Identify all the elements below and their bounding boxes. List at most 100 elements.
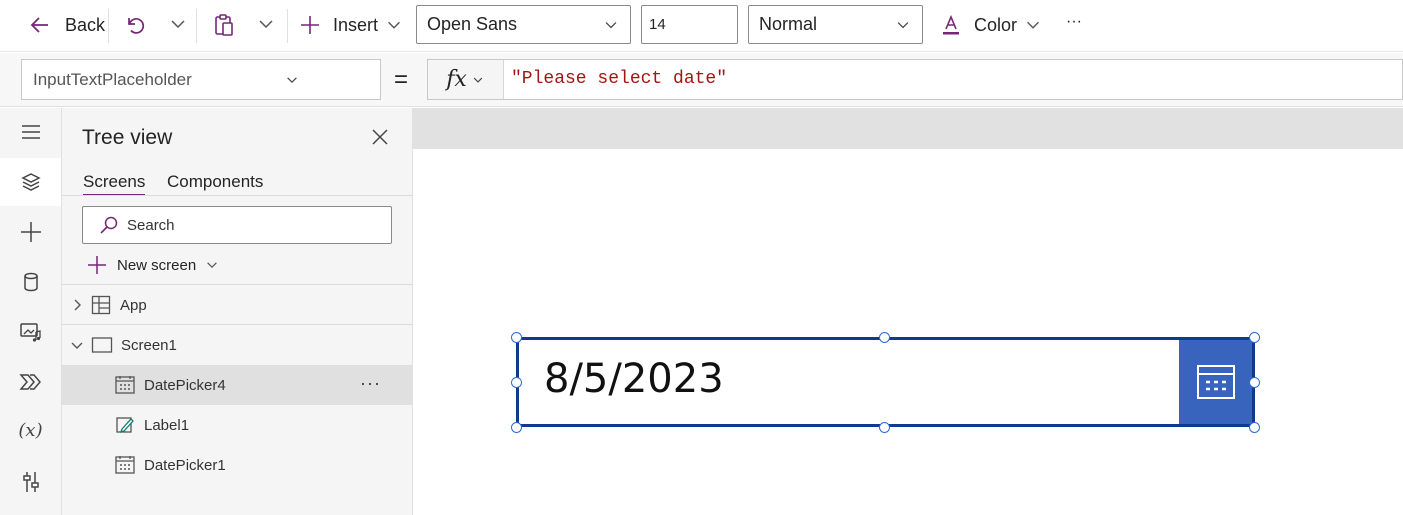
canvas-header-strip: [413, 108, 1403, 149]
property-dropdown[interactable]: InputTextPlaceholder: [21, 59, 381, 100]
color-label: Color: [974, 14, 1018, 35]
divider: [108, 9, 109, 43]
font-weight-dropdown[interactable]: Normal: [748, 5, 923, 44]
rail-advanced-tools-button[interactable]: [0, 458, 61, 506]
tab-components[interactable]: Components: [167, 172, 263, 192]
rail-data-button[interactable]: [0, 258, 61, 306]
search-input[interactable]: Search: [82, 206, 392, 244]
resize-handle-top-right[interactable]: [1249, 332, 1260, 343]
hamburger-menu-icon: [20, 121, 42, 143]
color-button[interactable]: Color: [939, 13, 1043, 37]
variables-icon: (x): [18, 419, 43, 441]
chevron-down-icon: [602, 16, 620, 34]
calendar-icon: [114, 375, 136, 395]
chevron-down-icon: [471, 73, 485, 87]
chevron-down-icon: [204, 257, 220, 273]
chevron-down-icon: [384, 15, 404, 35]
screen-icon: [91, 336, 113, 354]
resize-handle-bottom-left[interactable]: [511, 422, 522, 433]
datepicker-value[interactable]: 8/5/2023: [544, 356, 724, 402]
resize-handle-top[interactable]: [879, 332, 890, 343]
back-label: Back: [65, 14, 106, 35]
divider: [287, 9, 288, 43]
resize-handle-right[interactable]: [1249, 377, 1260, 388]
tab-screens[interactable]: Screens: [83, 172, 146, 196]
resize-handle-bottom[interactable]: [879, 422, 890, 433]
chevron-down-icon: [167, 13, 189, 35]
paste-button[interactable]: [211, 12, 237, 38]
chevron-down-icon[interactable]: [70, 338, 84, 352]
close-button[interactable]: [370, 127, 390, 152]
label-edit-icon: [114, 415, 136, 435]
plus-icon: [19, 220, 43, 244]
divider: [62, 195, 412, 196]
font-size-input[interactable]: 14: [641, 5, 738, 44]
equals-sign: =: [394, 66, 409, 93]
resize-handle-top-left[interactable]: [511, 332, 522, 343]
tree-node-datepicker1[interactable]: DatePicker1: [62, 445, 412, 485]
insert-label: Insert: [333, 14, 379, 35]
chevron-down-icon: [894, 16, 912, 34]
tree-node-label: App: [120, 296, 147, 314]
app-icon: [91, 295, 111, 315]
chevron-down-icon: [198, 72, 374, 88]
plus-icon: [298, 13, 322, 37]
font-weight-value: Normal: [759, 14, 818, 34]
media-icon: [19, 321, 43, 343]
resize-handle-left[interactable]: [511, 377, 522, 388]
tree-node-label1[interactable]: Label1: [62, 405, 412, 445]
clipboard-icon: [211, 12, 237, 38]
rail-menu-button[interactable]: [0, 108, 61, 156]
rail-variables-button[interactable]: (x): [0, 406, 61, 454]
tree-node-label: DatePicker4: [144, 376, 226, 394]
undo-button[interactable]: [123, 13, 147, 37]
new-screen-label: New screen: [117, 256, 197, 274]
back-button[interactable]: Back: [28, 13, 105, 37]
formula-text[interactable]: "Please select date": [511, 69, 727, 89]
tree-node-label: Label1: [144, 416, 190, 434]
more-options-button[interactable]: ···: [1066, 13, 1082, 31]
font-family-value: Open Sans: [427, 14, 518, 34]
calendar-icon: [114, 455, 136, 475]
insert-button[interactable]: Insert: [298, 13, 404, 37]
tree-node-label: DatePicker1: [144, 456, 226, 474]
formula-bar: InputTextPlaceholder = fx "Please select…: [0, 53, 1403, 107]
chevron-right-icon[interactable]: [70, 298, 84, 312]
fx-button[interactable]: fx: [428, 60, 504, 99]
design-canvas[interactable]: 8/5/2023: [413, 108, 1403, 515]
datepicker-calendar-button[interactable]: [1179, 340, 1252, 424]
left-rail: (x): [0, 108, 62, 515]
more-options-button[interactable]: ···: [360, 373, 381, 394]
close-icon: [370, 127, 390, 147]
arrow-left-icon: [28, 13, 52, 37]
search-placeholder: Search: [127, 216, 175, 234]
undo-dropdown-button[interactable]: [167, 13, 189, 35]
chevron-down-icon: [1023, 15, 1043, 35]
tree-node-screen1[interactable]: Screen1: [62, 325, 412, 365]
divider: [196, 9, 197, 43]
calendar-icon: [1196, 364, 1236, 400]
tree-node-app[interactable]: App: [62, 285, 412, 325]
undo-icon: [123, 13, 147, 37]
new-screen-button[interactable]: New screen: [86, 254, 220, 276]
command-bar: Back Insert Open Sans 14 Normal Color ··…: [0, 0, 1403, 52]
rail-tree-view-button[interactable]: [0, 158, 61, 206]
paste-dropdown-button[interactable]: [255, 13, 277, 35]
database-icon: [20, 271, 42, 293]
tree-node-datepicker4[interactable]: DatePicker4 ···: [62, 365, 412, 405]
rail-media-button[interactable]: [0, 308, 61, 356]
plus-icon: [86, 254, 108, 276]
chevron-down-icon: [255, 13, 277, 35]
tree-node-label: Screen1: [121, 336, 177, 354]
tree-view-pane: Tree view Screens Components Search New …: [62, 108, 413, 515]
formula-editor[interactable]: fx "Please select date": [427, 59, 1403, 100]
resize-handle-bottom-right[interactable]: [1249, 422, 1260, 433]
font-size-value: 14: [649, 16, 666, 33]
layers-icon: [20, 171, 42, 193]
datepicker-control[interactable]: 8/5/2023: [516, 337, 1255, 427]
font-family-dropdown[interactable]: Open Sans: [416, 5, 631, 44]
power-automate-icon: [18, 371, 43, 393]
property-value: InputTextPlaceholder: [33, 69, 192, 89]
rail-power-automate-button[interactable]: [0, 358, 61, 406]
rail-insert-button[interactable]: [0, 208, 61, 256]
